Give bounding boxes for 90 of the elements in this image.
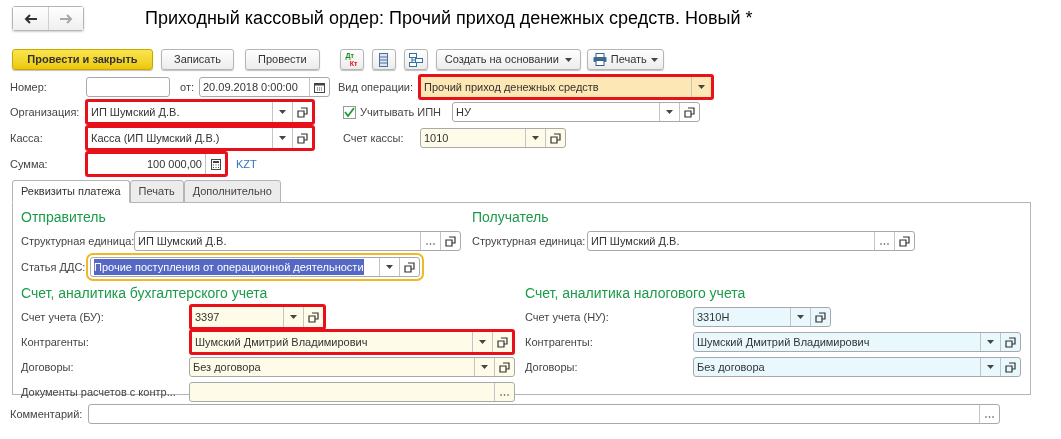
field-label: Контрагенты: [525, 334, 594, 350]
open-icon [684, 106, 695, 118]
caret-icon [797, 315, 804, 319]
open-icon [445, 235, 456, 247]
input-field[interactable]: Без договора [189, 357, 515, 377]
field-label: Вид операции: [338, 79, 415, 95]
open-icon [899, 235, 910, 247]
left-arrow-icon [23, 13, 38, 24]
toolbar-button[interactable]: Провести [245, 49, 320, 70]
right-arrow-icon [59, 13, 73, 24]
input-field[interactable]: ИП Шумский Д.В. [587, 231, 915, 251]
input-field[interactable]: НУ [452, 102, 700, 122]
caret-icon [479, 340, 486, 344]
input-field[interactable] [88, 404, 1000, 424]
open-icon [297, 132, 308, 144]
open-icon [1005, 361, 1016, 373]
field-label: Комментарий: [10, 406, 84, 422]
caret-icon [987, 365, 994, 369]
input-field[interactable]: Без договора [693, 357, 1021, 377]
field-label: Договоры: [21, 359, 75, 375]
field-label: Сумма: [10, 156, 49, 172]
input-field[interactable]: 100 000,00 [85, 151, 228, 177]
caret-icon [564, 57, 572, 62]
input-field[interactable]: Шумский Дмитрий Владимирович [189, 329, 515, 355]
field-label: Договоры: [525, 359, 579, 375]
currency-link[interactable]: KZT [236, 155, 257, 173]
section-heading: Счет, аналитика бухгалтерского учета [21, 284, 269, 303]
check-icon [344, 106, 355, 118]
list-button[interactable] [371, 49, 396, 70]
window-title: Приходный кассовый ордер: Прочий приход денежных средств. Новый * [145, 7, 753, 30]
field-label: Контрагенты: [21, 334, 90, 350]
field-label: Касса: [10, 130, 44, 146]
caret-icon [532, 136, 539, 140]
input-field[interactable]: ИП Шумский Д.В. [134, 231, 461, 251]
tab[interactable]: Дополнительно [183, 180, 281, 203]
printer-icon [592, 53, 607, 66]
open-icon [497, 336, 508, 348]
create-based-on-menu[interactable]: Создать на основании [435, 49, 581, 70]
back-button[interactable] [13, 7, 48, 30]
caret-icon [279, 110, 286, 114]
post-and-close-button[interactable]: Провести и закрыть [12, 49, 153, 70]
field-label: Счет учета (БУ): [21, 309, 105, 325]
field-label: Номер: [10, 79, 48, 95]
ipn-checkbox[interactable]: Учитывать ИПН [343, 103, 452, 121]
open-icon [815, 311, 826, 323]
caret-icon [481, 365, 488, 369]
section-heading: Счет, аналитика налогового учета [525, 284, 747, 303]
open-icon [297, 106, 308, 118]
section-heading: Отправитель [21, 208, 107, 227]
list-icon [379, 52, 389, 67]
field-label: Структурная единица: [472, 233, 587, 249]
open-icon [404, 261, 415, 273]
field-label: Счет учета (НУ): [525, 309, 610, 325]
checkbox[interactable] [343, 105, 356, 119]
input-field[interactable]: ИП Шумский Д.В. [85, 99, 315, 125]
caret-icon [650, 57, 658, 62]
field-label: Документы расчетов с контр... [21, 384, 177, 400]
open-icon [308, 311, 319, 323]
tab[interactable]: Печать [129, 180, 184, 203]
input-field[interactable]: 3397 [189, 304, 326, 330]
caret-icon [666, 110, 673, 114]
input-field[interactable] [189, 382, 515, 402]
input-field[interactable]: 20.09.2018 0:00:00 [199, 77, 330, 97]
section-heading: Получатель [472, 208, 550, 227]
input-field[interactable]: 1010 [420, 128, 566, 148]
structure-icon [408, 52, 423, 67]
field-label: Счет кассы: [343, 130, 405, 146]
toolbar-button[interactable]: Записать [161, 49, 234, 70]
print-menu[interactable]: Печать [586, 49, 664, 70]
field-label: Структурная единица: [21, 233, 134, 249]
open-icon [499, 361, 510, 373]
caret-icon [386, 265, 393, 269]
caret-icon [698, 85, 705, 89]
caret-icon [290, 315, 297, 319]
input-field[interactable]: Шумский Дмитрий Владимирович [693, 332, 1021, 352]
field-label: от: [180, 79, 195, 95]
calendar-icon [314, 81, 325, 93]
caret-icon [279, 136, 286, 140]
input-field[interactable]: Прочий приход денежных средств [418, 74, 714, 100]
tab[interactable]: Реквизиты платежа [12, 180, 130, 203]
caret-icon [987, 340, 994, 344]
calculator-icon [210, 158, 221, 170]
field-label: Статья ДДС: [21, 259, 87, 275]
input-field[interactable]: Касса (ИП Шумский Д.В.) [85, 125, 315, 151]
open-icon [550, 132, 561, 144]
structure-button[interactable] [403, 49, 428, 70]
input-field[interactable] [86, 77, 170, 97]
field-label: Организация: [10, 104, 81, 120]
open-icon [1005, 336, 1016, 348]
input-field[interactable]: 3310Н [693, 307, 831, 327]
